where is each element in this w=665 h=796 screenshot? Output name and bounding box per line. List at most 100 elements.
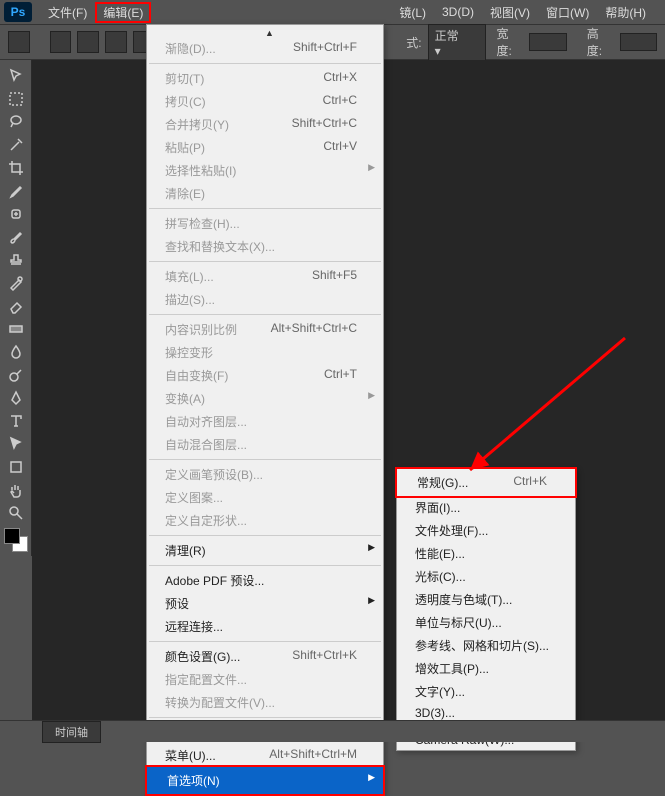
prefs-label: 常规(G)... (417, 474, 468, 491)
edit-menu-label: 菜单(U)... (165, 747, 216, 764)
menu-filter[interactable]: 镜(L) (391, 2, 434, 23)
menu-edit[interactable]: 编辑(E) (95, 2, 151, 23)
prefs-label: 透明度与色域(T)... (415, 591, 512, 608)
edit-menu-item-26[interactable]: 清理(R)▶ (147, 539, 383, 562)
edit-menu-item-2: 剪切(T)Ctrl+X (147, 67, 383, 90)
tool-preset-icon[interactable] (8, 31, 30, 53)
prefs-item-6[interactable]: 单位与标尺(U)... (397, 611, 575, 634)
color-swatches[interactable] (4, 528, 28, 552)
crop-tool[interactable] (2, 157, 30, 179)
edit-menu-item-16: 操控变形 (147, 341, 383, 364)
edit-menu-item-29[interactable]: 预设 ▶ (147, 592, 383, 615)
hand-tool[interactable] (2, 479, 30, 501)
prefs-label: 参考线、网格和切片(S)... (415, 637, 549, 654)
prefs-item-1[interactable]: 界面(I)... (397, 496, 575, 519)
edit-menu-label: 远程连接... (165, 618, 223, 635)
blur-tool[interactable] (2, 341, 30, 363)
gradient-tool[interactable] (2, 318, 30, 340)
edit-menu-item-15: 内容识别比例Alt+Shift+Ctrl+C (147, 318, 383, 341)
wand-tool[interactable] (2, 134, 30, 156)
edit-menu-item-0: 渐隐(D)...Shift+Ctrl+F (147, 37, 383, 60)
prefs-item-5[interactable]: 透明度与色域(T)... (397, 588, 575, 611)
width-input[interactable] (529, 33, 566, 51)
edit-menu-item-20: 自动混合图层... (147, 433, 383, 456)
type-tool[interactable] (2, 410, 30, 432)
edit-menu-dropdown: ▲ 渐隐(D)...Shift+Ctrl+F剪切(T)Ctrl+X拷贝(C)Ct… (146, 24, 384, 795)
prefs-label: 单位与标尺(U)... (415, 614, 502, 631)
menu-help[interactable]: 帮助(H) (597, 2, 654, 23)
prefs-label: 性能(E)... (415, 545, 465, 562)
healing-tool[interactable] (2, 203, 30, 225)
menu-file[interactable]: 文件(F) (40, 2, 95, 23)
style-select[interactable]: 正常 ▾ (428, 24, 487, 61)
edit-menu-item-33: 指定配置文件... (147, 668, 383, 691)
edit-menu-item-7: 清除(E) (147, 182, 383, 205)
move-tool[interactable] (2, 65, 30, 87)
menubar: Ps 文件(F) 编辑(E) 镜(L) 3D(D) 视图(V) 窗口(W) 帮助… (0, 0, 665, 24)
menu-3d[interactable]: 3D(D) (434, 3, 482, 21)
edit-menu-label: 转换为配置文件(V)... (165, 694, 275, 711)
shape-tool[interactable] (2, 456, 30, 478)
prefs-item-9[interactable]: 文字(Y)... (397, 680, 575, 703)
brush-tool[interactable] (2, 226, 30, 248)
menu-view[interactable]: 视图(V) (482, 2, 538, 23)
edit-menu-shortcut: Shift+Ctrl+F (293, 40, 357, 57)
eraser-tool[interactable] (2, 295, 30, 317)
edit-menu-separator (149, 208, 381, 209)
edit-menu-item-17: 自由变换(F) Ctrl+T (147, 364, 383, 387)
edit-menu-shortcut: Shift+Ctrl+C (292, 116, 357, 133)
edit-menu-item-24: 定义自定形状... (147, 509, 383, 532)
edit-menu-label: Adobe PDF 预设... (165, 572, 264, 589)
edit-menu-item-32[interactable]: 颜色设置(G)...Shift+Ctrl+K (147, 645, 383, 668)
edit-menu-label: 预设 (165, 595, 189, 612)
selection-new-icon[interactable] (50, 31, 72, 53)
selection-subtract-icon[interactable] (105, 31, 127, 53)
edit-menu-shortcut: Alt+Shift+Ctrl+M (269, 747, 357, 764)
edit-menu-separator (149, 717, 381, 718)
lasso-tool[interactable] (2, 111, 30, 133)
prefs-shortcut: Ctrl+K (513, 474, 547, 491)
prefs-item-2[interactable]: 文件处理(F)... (397, 519, 575, 542)
submenu-arrow-icon: ▶ (368, 595, 375, 606)
stamp-tool[interactable] (2, 249, 30, 271)
path-tool[interactable] (2, 433, 30, 455)
edit-menu-label: 自动混合图层... (165, 436, 247, 453)
marquee-tool[interactable] (2, 88, 30, 110)
edit-menu-item-6: 选择性粘贴(I)▶ (147, 159, 383, 182)
selection-add-icon[interactable] (77, 31, 99, 53)
prefs-item-0[interactable]: 常规(G)... Ctrl+K (395, 467, 577, 498)
edit-menu-separator (149, 261, 381, 262)
edit-menu-label: 自动对齐图层... (165, 413, 247, 430)
edit-menu-item-23: 定义图案... (147, 486, 383, 509)
edit-menu-item-30[interactable]: 远程连接... (147, 615, 383, 638)
edit-menu-label: 颜色设置(G)... (165, 648, 240, 665)
edit-menu-label: 自由变换(F) (165, 367, 228, 384)
dodge-tool[interactable] (2, 364, 30, 386)
prefs-item-7[interactable]: 参考线、网格和切片(S)... (397, 634, 575, 657)
edit-menu-shortcut: Ctrl+T (324, 367, 357, 384)
edit-menu-item-28[interactable]: Adobe PDF 预设... (147, 569, 383, 592)
edit-menu-item-3: 拷贝(C)Ctrl+C (147, 90, 383, 113)
eyedropper-tool[interactable] (2, 180, 30, 202)
edit-menu-item-5: 粘贴(P)Ctrl+V (147, 136, 383, 159)
fg-color-swatch[interactable] (4, 528, 20, 544)
edit-menu-label: 内容识别比例 (165, 321, 237, 338)
zoom-tool[interactable] (2, 502, 30, 524)
edit-menu-separator (149, 63, 381, 64)
height-input[interactable] (620, 33, 657, 51)
submenu-arrow-icon: ▶ (368, 772, 375, 783)
edit-menu-item-10: 查找和替换文本(X)... (147, 235, 383, 258)
style-label: 式: (406, 34, 421, 51)
edit-menu-item-37[interactable]: 菜单(U)... Alt+Shift+Ctrl+M (147, 744, 383, 767)
pen-tool[interactable] (2, 387, 30, 409)
history-brush-tool[interactable] (2, 272, 30, 294)
edit-menu-item-38[interactable]: 首选项(N)▶ (145, 765, 385, 796)
submenu-arrow-icon: ▶ (368, 390, 375, 401)
prefs-item-4[interactable]: 光标(C)... (397, 565, 575, 588)
edit-menu-label: 清理(R) (165, 542, 206, 559)
edit-menu-item-18: 变换(A)▶ (147, 387, 383, 410)
prefs-item-3[interactable]: 性能(E)... (397, 542, 575, 565)
timeline-tab[interactable]: 时间轴 (42, 721, 101, 743)
prefs-item-8[interactable]: 增效工具(P)... (397, 657, 575, 680)
menu-window[interactable]: 窗口(W) (538, 2, 597, 23)
